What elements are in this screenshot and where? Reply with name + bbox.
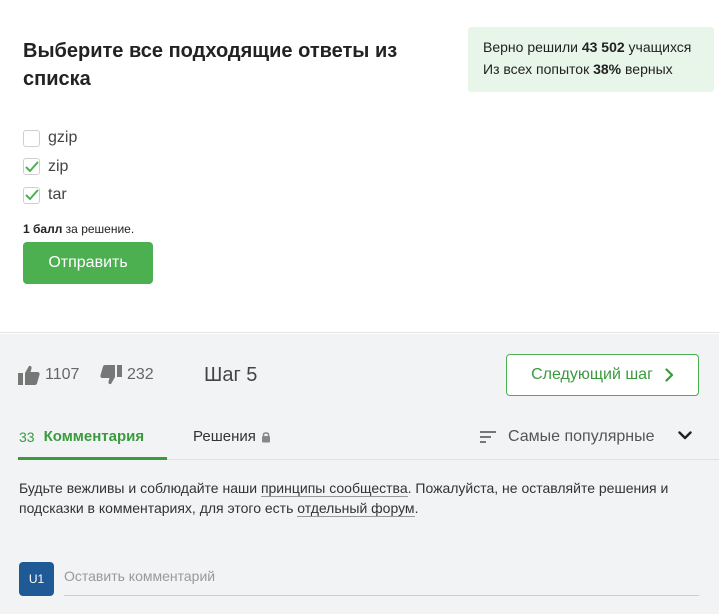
option-label: zip	[48, 157, 69, 175]
option-label: gzip	[48, 129, 78, 147]
option-zip[interactable]: zip	[23, 153, 77, 182]
community-guidelines-link[interactable]: принципы сообщества	[260, 480, 408, 497]
community-notice: Будьте вежливы и соблюдайте наши принцип…	[19, 478, 709, 518]
tab-comments-label: Комментария	[43, 428, 145, 445]
stats-percent: 38%	[593, 61, 622, 77]
tab-solutions-label: Решения	[193, 428, 256, 445]
stats-solved-count: 43 502	[581, 39, 625, 55]
next-step-button[interactable]: Следующий шаг	[506, 354, 699, 396]
stats-solved-prefix: Верно решили	[483, 39, 582, 55]
lock-icon	[261, 431, 270, 442]
score-text: 1 балл за решение.	[23, 222, 134, 236]
sort-label: Самые популярные	[508, 428, 655, 445]
checkbox-zip[interactable]	[23, 158, 40, 176]
quiz-section: Выберите все подходящие ответы из списка…	[0, 0, 719, 333]
dislike-button[interactable]: 232	[100, 365, 154, 385]
avatar: U1	[19, 562, 54, 596]
check-icon	[25, 189, 38, 201]
stats-attempts-prefix: Из всех попыток	[483, 61, 594, 77]
discussion-tabs: 33 Комментария Решения Самые популярные	[18, 424, 719, 460]
check-icon	[25, 161, 38, 172]
score-suffix: за решение.	[62, 222, 135, 236]
question-title: Выберите все подходящие ответы из списка	[23, 40, 398, 90]
stats-solved-suffix: учащихся	[624, 39, 692, 55]
submit-button[interactable]: Отправить	[23, 242, 153, 284]
options-list: gzip zip tar	[23, 124, 77, 210]
tab-comments[interactable]: 33 Комментария	[18, 424, 167, 460]
option-tar[interactable]: tar	[23, 181, 77, 210]
discussion-section: 1107 232 Шаг 5 Следующий шаг 33 Коммента…	[0, 334, 719, 614]
chevron-right-icon	[665, 368, 674, 382]
checkbox-tar[interactable]	[23, 186, 40, 204]
notice-text-1: Будьте вежливы и соблюдайте наши	[19, 480, 261, 496]
option-gzip[interactable]: gzip	[23, 124, 77, 153]
comments-count: 33	[19, 429, 35, 445]
checkbox-gzip[interactable]	[23, 129, 40, 147]
tab-solutions[interactable]: Решения	[193, 428, 271, 445]
next-step-label: Следующий шаг	[531, 366, 653, 383]
chevron-down-icon	[678, 431, 692, 440]
stats-box: Верно решили 43 502 учащихся Из всех поп…	[468, 27, 714, 92]
sort-dropdown[interactable]: Самые популярные	[480, 428, 692, 446]
sort-lines-icon	[480, 431, 496, 443]
thumbs-down-icon	[100, 365, 122, 385]
thumbs-up-icon	[18, 365, 40, 385]
like-count: 1107	[45, 366, 80, 383]
step-label: Шаг 5	[204, 364, 258, 386]
stats-solved-line: Верно решили 43 502 учащихся	[483, 36, 714, 58]
score-points: 1 балл	[23, 222, 63, 236]
comment-input[interactable]	[64, 560, 699, 596]
dislike-count: 232	[127, 366, 154, 383]
stats-attempts-suffix: верных	[621, 61, 673, 77]
like-button[interactable]: 1107	[18, 365, 79, 385]
stats-attempts-line: Из всех попыток 38% верных	[483, 58, 714, 80]
forum-link[interactable]: отдельный форум	[297, 500, 415, 517]
notice-text-3: .	[414, 500, 419, 516]
option-label: tar	[48, 186, 67, 204]
